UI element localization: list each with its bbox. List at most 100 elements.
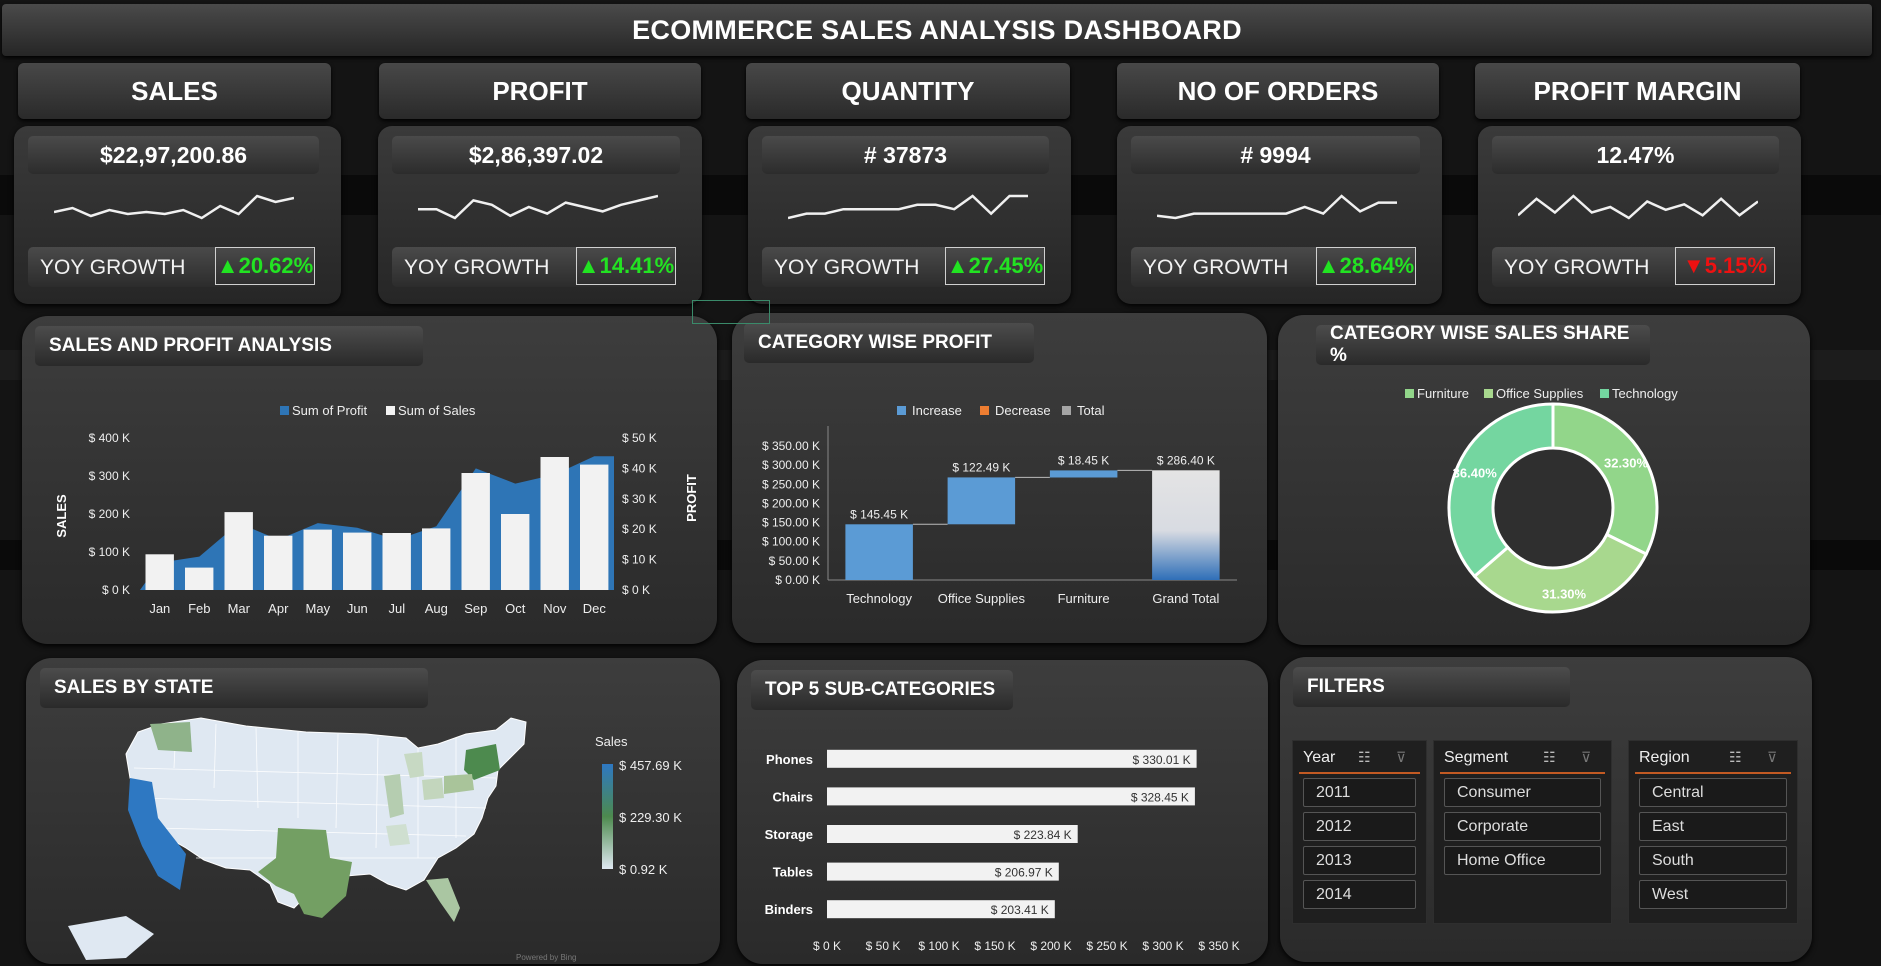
- map-legend-min: $ 0.92 K: [619, 862, 668, 877]
- legend-label: Technology: [1612, 386, 1678, 401]
- y2-tick: $ 40 K: [622, 461, 657, 475]
- y-tick: Binders: [765, 902, 813, 917]
- y-tick: $ 250.00 K: [762, 477, 820, 491]
- yoy-percent: 5.15%: [1704, 253, 1768, 278]
- slicer-item[interactable]: East: [1639, 812, 1787, 841]
- clear-filter-icon[interactable]: ⊽: [1581, 749, 1591, 766]
- data-label: $ 122.49 K: [952, 460, 1010, 474]
- slicer-item[interactable]: Central: [1639, 778, 1787, 807]
- kpi-sparkline: [788, 194, 1028, 220]
- kpi-value: $22,97,200.86: [28, 136, 319, 174]
- multi-select-icon[interactable]: ☷: [1543, 749, 1556, 766]
- sales-profit-chart: Sum of Profit Sum of Sales $ 0 K $ 100 K $ 2…: [54, 403, 699, 616]
- legend-swatch-sales: [386, 406, 395, 415]
- top5-chart: $ 330.01 K Phones $ 328.45 K Chairs $ 223.84…: [765, 749, 1240, 953]
- x-tick: $ 50 K: [866, 939, 901, 953]
- y-tick: $ 100 K: [89, 545, 130, 559]
- kpi-sparkline: [418, 194, 658, 220]
- top5-panel: TOP 5 SUB-CATEGORIES $ 330.01 K Phones $ 3…: [737, 660, 1268, 964]
- sales-bar: [501, 514, 530, 590]
- clear-filter-icon[interactable]: ⊽: [1396, 749, 1406, 766]
- x-tick: $ 200 K: [1030, 939, 1071, 953]
- slicer-item[interactable]: Home Office: [1444, 846, 1601, 875]
- alaska: [68, 916, 154, 960]
- map-legend-title: Sales: [595, 734, 628, 749]
- x-tick: Office Supplies: [938, 591, 1026, 606]
- legend-label: Furniture: [1417, 386, 1469, 401]
- yoy-label: YOY GROWTH: [1143, 256, 1289, 279]
- slicer-item[interactable]: Corporate: [1444, 812, 1601, 841]
- state-ohio: [422, 778, 444, 800]
- multi-select-icon[interactable]: ☷: [1358, 749, 1371, 766]
- category-share-chart: Furniture Office Supplies Technology 32.30%…: [1405, 386, 1678, 614]
- x-tick: Oct: [505, 601, 526, 616]
- slicer-title: Region: [1639, 749, 1690, 766]
- x-tick: $ 150 K: [974, 939, 1015, 953]
- kpi-sparkline: [54, 194, 294, 220]
- legend-swatch: [980, 406, 989, 415]
- y-tick: Chairs: [773, 789, 813, 804]
- y-tick: $ 100.00 K: [762, 535, 820, 549]
- slicer-item[interactable]: 2013: [1303, 846, 1416, 875]
- y-tick: $ 350.00 K: [762, 439, 820, 453]
- y-tick: $ 300 K: [89, 469, 130, 483]
- us-map[interactable]: Powered by Bing: [26, 658, 720, 964]
- y-tick: $ 150.00 K: [762, 516, 820, 530]
- y-tick: $ 300.00 K: [762, 458, 820, 472]
- legend-swatch: [1405, 389, 1414, 398]
- kpi-title: NO OF ORDERS: [1117, 63, 1439, 119]
- multi-select-icon[interactable]: ☷: [1729, 749, 1742, 766]
- category-profit-panel: CATEGORY WISE PROFIT Increase Decrease Tot…: [732, 313, 1267, 643]
- legend-sales: Sum of Sales: [398, 403, 476, 418]
- y-axis-label: SALES: [54, 494, 69, 538]
- x-tick: Grand Total: [1152, 591, 1219, 606]
- x-tick: $ 350 K: [1198, 939, 1239, 953]
- data-label: $ 145.45 K: [850, 507, 908, 521]
- slicer-item[interactable]: 2014: [1303, 880, 1416, 909]
- legend-label: Total: [1077, 403, 1105, 418]
- y-tick: $ 50.00 K: [769, 554, 820, 568]
- slicer-item[interactable]: West: [1639, 880, 1787, 909]
- legend-label: Decrease: [995, 403, 1051, 418]
- sales-bar: [540, 457, 569, 590]
- selection-handle[interactable]: [692, 300, 770, 324]
- legend-label: Increase: [912, 403, 962, 418]
- sales-bar: [185, 567, 214, 590]
- y-tick: $ 200 K: [89, 507, 130, 521]
- x-tick: Feb: [188, 601, 210, 616]
- slicer-year: Year ☷ ⊽ 2011 2012 2013 2014: [1292, 740, 1427, 924]
- slice-label: 32.30%: [1604, 456, 1649, 471]
- y2-tick: $ 10 K: [622, 553, 657, 567]
- map-legend-gradient: [602, 764, 613, 869]
- y-tick: Storage: [765, 827, 813, 842]
- slicer-item[interactable]: South: [1639, 846, 1787, 875]
- yoy-label: YOY GROWTH: [404, 256, 550, 279]
- kpi-title: PROFIT: [379, 63, 701, 119]
- kpi-value: $2,86,397.02: [392, 136, 680, 174]
- arrow-up-icon: ▲: [1317, 253, 1340, 278]
- slicer-item[interactable]: 2012: [1303, 812, 1416, 841]
- slicer-title: Year: [1303, 749, 1336, 766]
- sales-bar: [382, 533, 411, 590]
- legend-swatch: [897, 406, 906, 415]
- clear-filter-icon[interactable]: ⊽: [1767, 749, 1777, 766]
- increase-bar: [1049, 470, 1118, 478]
- yoy-percent: 28.64%: [1339, 253, 1415, 278]
- sparkline-path: [1518, 194, 1758, 220]
- slicer-divider: [1299, 772, 1420, 774]
- slicer-item[interactable]: Consumer: [1444, 778, 1601, 807]
- data-label: $ 286.40 K: [1157, 453, 1215, 467]
- data-label: $ 223.84 K: [1014, 828, 1072, 842]
- kpi-value: # 9994: [1131, 136, 1420, 174]
- x-tick: Nov: [543, 601, 567, 616]
- legend-label: Office Supplies: [1496, 386, 1584, 401]
- slicer-item[interactable]: 2011: [1303, 778, 1416, 807]
- x-tick: Sep: [464, 601, 487, 616]
- state-florida: [426, 878, 460, 922]
- slicer-region: Region ☷ ⊽ Central East South West: [1628, 740, 1798, 924]
- y-tick: $ 400 K: [89, 431, 130, 445]
- kpi-value: 12.47%: [1492, 136, 1779, 174]
- x-tick: May: [306, 601, 331, 616]
- kpi-title: PROFIT MARGIN: [1475, 63, 1800, 119]
- x-tick: Dec: [583, 601, 607, 616]
